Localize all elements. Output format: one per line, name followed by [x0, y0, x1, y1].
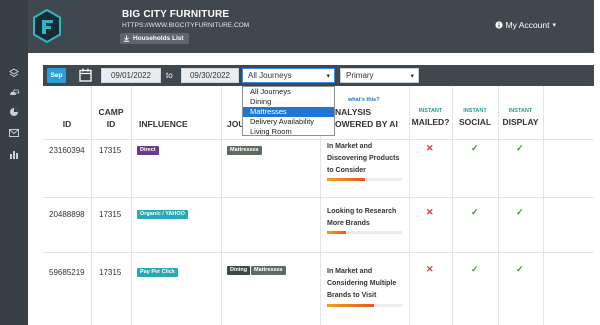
to-label: to — [166, 71, 173, 80]
header-display-sub: INSTANT — [508, 108, 533, 114]
social-check-icon: ✓ — [471, 143, 479, 153]
header-social-sub: INSTANT — [463, 108, 487, 114]
journey-select-value: All Journeys — [248, 71, 292, 80]
influence-tag[interactable]: Organic / YAHOO — [137, 210, 188, 219]
journey-select[interactable]: All Journeys ▾ — [242, 68, 335, 83]
mailed-x-icon: ✕ — [426, 264, 434, 274]
bar-chart-icon[interactable] — [7, 148, 21, 160]
header-camp-id-2[interactable]: ID — [91, 119, 131, 130]
row-camp-id: 17315 — [99, 268, 122, 277]
journey-tag[interactable]: Dining — [227, 266, 251, 275]
analysis-line: Looking to Research — [327, 208, 397, 215]
journey-option[interactable]: Living Room — [243, 127, 334, 137]
type-select[interactable]: Primary ▾ — [340, 68, 419, 83]
header-mailed[interactable]: MAILED? — [409, 117, 452, 128]
journey-tag[interactable]: Mattresses — [251, 266, 286, 275]
social-check-icon: ✓ — [471, 207, 479, 217]
end-date-input[interactable]: 09/30/2022 — [181, 68, 239, 83]
my-account-menu[interactable]: My Account ▾ — [494, 20, 556, 30]
chevron-down-icon: ▾ — [326, 73, 330, 80]
analysis-line: In Market and — [327, 268, 373, 275]
header-camp-id-1[interactable]: CAMP — [91, 107, 131, 118]
column-divider — [131, 86, 132, 325]
journey-tag[interactable]: Mattresses — [227, 146, 262, 155]
row-id: 23160394 — [49, 146, 85, 155]
brand-name: BIG CITY FURNITURE — [122, 9, 230, 20]
households-list-label: Households List — [133, 35, 184, 42]
mailed-x-icon: ✕ — [426, 207, 434, 217]
header-id[interactable]: ID — [43, 119, 91, 130]
social-check-icon: ✓ — [471, 264, 479, 274]
row-id: 20488898 — [49, 210, 85, 219]
ai-score-bar — [327, 178, 402, 181]
ai-score-bar — [327, 231, 402, 234]
mailed-x-icon: ✕ — [426, 143, 434, 153]
ai-score-fill — [327, 304, 374, 307]
type-select-value: Primary — [346, 71, 374, 80]
analysis-line: In Market and — [327, 143, 373, 150]
ai-score-bar — [327, 304, 402, 307]
top-header: BIG CITY FURNITURE HTTPS://WWW.BIGCITYFU… — [28, 0, 594, 53]
influence-tag[interactable]: Pay Per Click — [137, 268, 178, 277]
column-divider — [543, 86, 544, 325]
download-icon — [123, 35, 130, 42]
month-badge[interactable]: Sep — [47, 68, 66, 83]
start-date-input[interactable]: 09/01/2022 — [101, 68, 161, 83]
my-account-label: My Account — [505, 20, 550, 30]
calendar-icon[interactable] — [79, 68, 92, 82]
analysis-line: Discovering Products — [327, 155, 400, 162]
left-sidebar — [0, 0, 28, 325]
analysis-line: to Consider — [327, 167, 366, 174]
journey-option[interactable]: Dining — [243, 97, 334, 107]
brand-url: HTTPS://WWW.BIGCITYFURNITURE.COM — [122, 22, 250, 29]
info-icon — [494, 21, 503, 29]
row-divider — [43, 197, 594, 198]
row-camp-id: 17315 — [99, 146, 122, 155]
header-mailed-sub: INSTANT — [418, 108, 443, 114]
header-analysis-2[interactable]: OWERED BY AI — [335, 119, 398, 130]
journey-option-selected[interactable]: Mattresses — [243, 107, 334, 117]
header-social[interactable]: SOCIAL — [452, 117, 498, 128]
display-check-icon: ✓ — [516, 264, 524, 274]
analysis-line: Considering Multiple — [327, 280, 397, 287]
app-logo[interactable] — [32, 9, 62, 43]
analysis-line: More Brands — [327, 220, 370, 227]
row-id: 59685219 — [49, 268, 85, 277]
journey-option[interactable]: All Journeys — [243, 87, 334, 97]
chevron-down-icon: ▾ — [552, 22, 556, 29]
display-check-icon: ✓ — [516, 143, 524, 153]
ai-score-fill — [327, 178, 365, 181]
whats-this-link[interactable]: what's this? — [348, 97, 380, 103]
filter-bar: Sep 09/01/2022 to 09/30/2022 All Journey… — [43, 65, 594, 86]
display-check-icon: ✓ — [516, 207, 524, 217]
header-analysis-1[interactable]: NALYSIS — [335, 107, 371, 118]
ai-score-fill — [327, 231, 346, 234]
pie-chart-icon[interactable] — [7, 106, 21, 118]
mail-icon[interactable] — [7, 127, 21, 139]
header-display[interactable]: DISPLAY — [498, 117, 543, 128]
journey-dropdown-menu: All Journeys Dining Mattresses Delivery … — [242, 86, 335, 136]
row-divider — [43, 252, 594, 253]
journey-option[interactable]: Delivery Availability — [243, 117, 334, 127]
influence-tag[interactable]: Direct — [137, 146, 159, 155]
households-list-button[interactable]: Households List — [120, 33, 189, 44]
layers-icon[interactable] — [7, 67, 21, 79]
row-camp-id: 17315 — [99, 210, 122, 219]
chevron-down-icon: ▾ — [410, 73, 414, 80]
row-divider — [43, 139, 594, 140]
cars-icon[interactable] — [7, 87, 21, 99]
column-divider — [221, 86, 222, 325]
header-influence[interactable]: INFLUENCE — [139, 119, 188, 130]
analysis-line: Brands to Visit — [327, 292, 377, 299]
